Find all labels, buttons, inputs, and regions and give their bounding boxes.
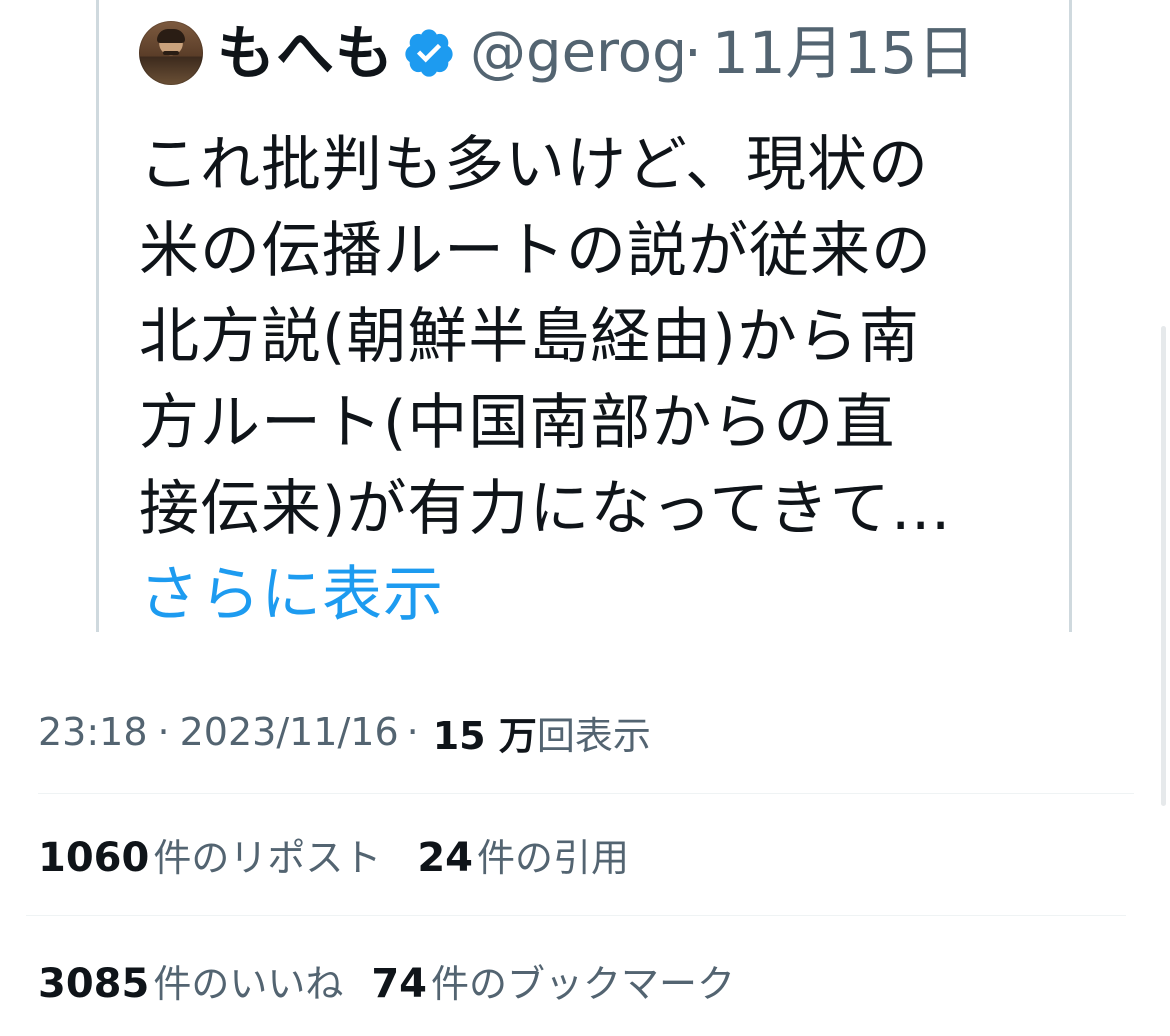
quoted-tweet-card[interactable]: もへも @gerog · 11月15日 これ批判も多いけど、現状の 米の伝播ルー… (96, 0, 1072, 632)
separator-dot: · (157, 710, 170, 754)
reposts-stat[interactable]: 1060 件のリポスト (38, 827, 381, 882)
likes-count: 3085 (38, 960, 150, 1007)
divider (26, 915, 1126, 916)
reposts-label: 件のリポスト (153, 835, 382, 880)
bookmarks-stat[interactable]: 74 件のブックマーク (371, 953, 735, 1008)
avatar[interactable] (139, 21, 203, 85)
quoted-tweet-date[interactable]: 11月15日 (712, 24, 976, 82)
user-handle[interactable]: @gerog (470, 22, 682, 84)
likes-label: 件のいいね (153, 961, 344, 1006)
bookmarks-count: 74 (371, 960, 428, 1007)
views-count[interactable]: 15 万 (433, 705, 537, 760)
show-more-link[interactable]: さらに表示 (139, 552, 444, 638)
quotes-stat[interactable]: 24 件の引用 (417, 827, 629, 882)
quotes-label: 件の引用 (477, 835, 630, 880)
views-label: 回表示 (536, 713, 651, 758)
likes-stat[interactable]: 3085 件のいいね (38, 953, 343, 1008)
quoted-tweet-header: もへも @gerog · 11月15日 (139, 18, 1039, 88)
display-name[interactable]: もへも (217, 24, 394, 82)
verified-badge-icon (405, 29, 453, 77)
tweet-time[interactable]: 23:18 (38, 710, 148, 754)
tweet-meta: 23:18 · 2023/11/16 · 15 万 回表示 (38, 706, 651, 758)
quoted-tweet-text: これ批判も多いけど、現状の 米の伝播ルートの説が従来の 北方説(朝鮮半島経由)か… (139, 130, 952, 544)
scrollbar[interactable] (1161, 326, 1166, 806)
reposts-count: 1060 (38, 834, 150, 881)
engagement-stats-row-2: 3085 件のいいね 74 件のブックマーク (38, 950, 735, 1010)
tweet-date[interactable]: 2023/11/16 (180, 710, 399, 754)
engagement-stats-row-1: 1060 件のリポスト 24 件の引用 (38, 824, 629, 884)
divider (38, 793, 1134, 794)
quotes-count: 24 (417, 834, 474, 881)
bookmarks-label: 件のブックマーク (431, 961, 736, 1006)
separator-dot: · (406, 710, 419, 754)
separator-dot: · (684, 20, 702, 86)
